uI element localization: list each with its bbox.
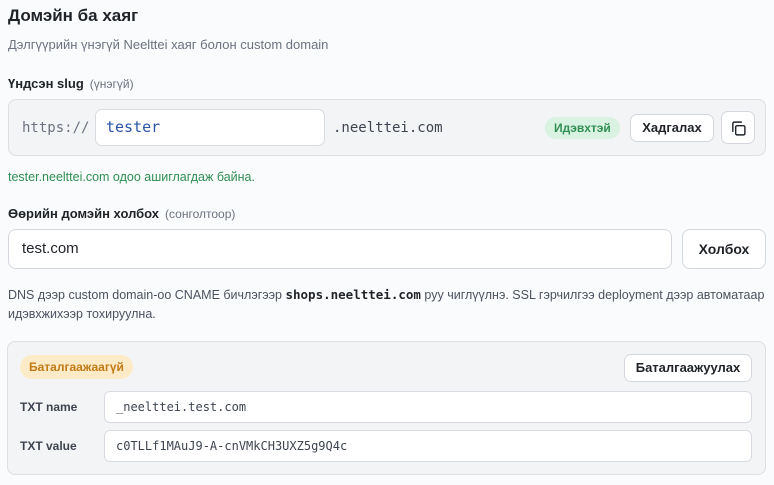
slug-hint: (үнэгүй) <box>89 77 134 91</box>
txt-value-label: TXT value <box>20 439 77 453</box>
section-title: Домэйн ба хаяг <box>8 6 139 25</box>
save-button[interactable]: Хадгалах <box>630 114 714 142</box>
cname-target: shops.neelttei.com <box>285 287 421 302</box>
custom-domain-label-row: Өөрийн домэйн холбох (сонголтоор) <box>8 206 235 221</box>
verification-panel: Баталгаажаагүй Баталгаажуулах TXT name _… <box>7 341 766 475</box>
custom-domain-input[interactable]: test.com <box>8 229 672 269</box>
txt-value-value[interactable]: c0TLLf1MAuJ9-A-cnVMkCH3UXZ5g9Q4c <box>104 430 752 462</box>
slug-input[interactable]: tester <box>95 109 325 146</box>
custom-domain-label: Өөрийн домэйн холбох <box>8 206 160 221</box>
connect-button[interactable]: Холбох <box>682 229 766 269</box>
slug-label-row: Үндсэн slug (үнэгүй) <box>8 76 134 91</box>
slug-suffix: .neelttei.com <box>333 120 443 136</box>
verify-button[interactable]: Баталгаажуулах <box>624 354 752 382</box>
slug-status-message: tester.neelttei.com одоо ашиглагдаж байн… <box>8 170 255 184</box>
section-subtitle: Дэлгүүрийн үнэгүй Neelttei хаяг болон cu… <box>8 37 329 52</box>
copy-button[interactable] <box>721 111 755 144</box>
verification-status-badge: Баталгаажаагүй <box>20 355 133 379</box>
slug-label: Үндсэн slug <box>8 76 84 91</box>
txt-name-label: TXT name <box>20 400 78 414</box>
slug-prefix: https:// <box>22 120 90 136</box>
txt-name-value[interactable]: _neelttei.test.com <box>104 391 752 423</box>
slug-status-badge: Идэвхтэй <box>545 117 620 139</box>
dns-note-before: DNS дээр custom domain-оо CNAME бичлэгээ… <box>8 288 286 302</box>
copy-icon <box>732 121 746 136</box>
custom-domain-hint: (сонголтоор) <box>165 207 236 221</box>
dns-instructions: DNS дээр custom domain-оо CNAME бичлэгээ… <box>8 285 766 324</box>
slug-panel: https:// tester .neelttei.com Идэвхтэй Х… <box>8 99 766 156</box>
